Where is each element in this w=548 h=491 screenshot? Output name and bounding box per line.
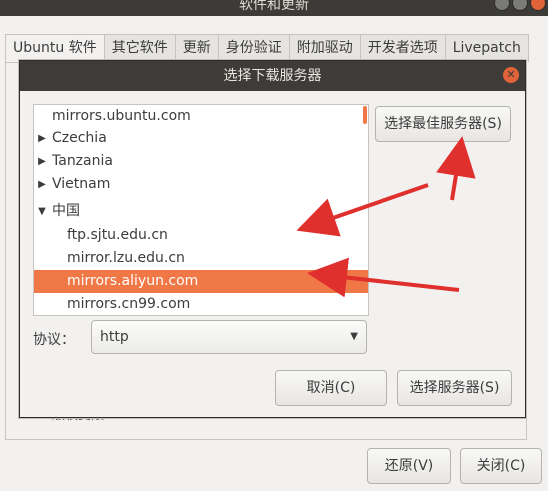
choose-download-server-dialog: 选择下载服务器 ✕ mirrors.ubuntu.com ▶ Czechia ▶… xyxy=(19,60,526,418)
main-window-title: 软件和更新 xyxy=(239,0,309,13)
list-item[interactable]: ▼ 中国 xyxy=(34,200,368,223)
server-list[interactable]: mirrors.ubuntu.com ▶ Czechia ▶ Tanzania … xyxy=(33,104,369,316)
country-label: 中国 xyxy=(52,203,80,219)
revert-button[interactable]: 还原(V) xyxy=(367,448,451,484)
expander-right-icon[interactable]: ▶ xyxy=(36,150,48,173)
list-item-selected[interactable]: mirrors.aliyun.com xyxy=(34,270,368,293)
select-best-server-button[interactable]: 选择最佳服务器(S) xyxy=(375,106,511,142)
country-label: Czechia xyxy=(52,130,107,146)
server-label: ftp.sjtu.edu.cn xyxy=(67,227,168,243)
list-item[interactable]: mirror.lzu.edu.cn xyxy=(34,247,368,270)
list-item[interactable]: ▶ Czechia xyxy=(34,127,368,150)
list-item[interactable]: ▶ Vietnam xyxy=(34,173,368,196)
tab-updates[interactable]: 更新 xyxy=(174,34,219,62)
expander-down-icon[interactable]: ▼ xyxy=(36,200,48,223)
choose-server-button[interactable]: 选择服务器(S) xyxy=(397,370,512,406)
list-item[interactable]: mirrors.cn99.com xyxy=(34,293,368,315)
main-tabs: Ubuntu 软件 其它软件 更新 身份验证 附加驱动 开发者选项 Livepa… xyxy=(5,34,529,63)
list-item[interactable]: mirrors.ubuntu.com xyxy=(34,105,368,128)
protocol-value: http xyxy=(100,329,129,345)
tab-authentication[interactable]: 身份验证 xyxy=(217,34,290,62)
dialog-close-icon[interactable]: ✕ xyxy=(503,67,519,83)
tab-ubuntu-software[interactable]: Ubuntu 软件 xyxy=(5,34,105,63)
protocol-label: 协议： xyxy=(33,332,75,348)
country-label: Vietnam xyxy=(52,176,111,192)
chevron-down-icon: ▼ xyxy=(350,331,358,342)
tab-other-software[interactable]: 其它软件 xyxy=(103,34,176,62)
tab-livepatch[interactable]: Livepatch xyxy=(444,34,529,62)
server-label: mirrors.aliyun.com xyxy=(67,273,199,289)
expander-right-icon[interactable]: ▶ xyxy=(36,127,48,150)
protocol-select[interactable]: http ▼ xyxy=(91,320,367,354)
list-item[interactable]: ftp.sjtu.edu.cn xyxy=(34,224,368,247)
dialog-titlebar: 选择下载服务器 ✕ xyxy=(20,61,525,91)
list-item[interactable]: ▶ Tanzania xyxy=(34,150,368,173)
server-label: mirrors.cn99.com xyxy=(67,296,191,312)
close-button[interactable]: 关闭(C) xyxy=(460,448,542,484)
server-label: mirrors.ubuntu.com xyxy=(52,108,191,124)
expander-right-icon[interactable]: ▶ xyxy=(36,173,48,196)
country-label: Tanzania xyxy=(52,153,113,169)
main-titlebar: 软件和更新 xyxy=(0,0,548,16)
cancel-button[interactable]: 取消(C) xyxy=(275,370,387,406)
dialog-title: 选择下载服务器 xyxy=(223,68,322,84)
tab-additional-drivers[interactable]: 附加驱动 xyxy=(288,34,361,62)
server-label: mirror.lzu.edu.cn xyxy=(67,250,185,266)
tab-developer-options[interactable]: 开发者选项 xyxy=(359,34,446,62)
